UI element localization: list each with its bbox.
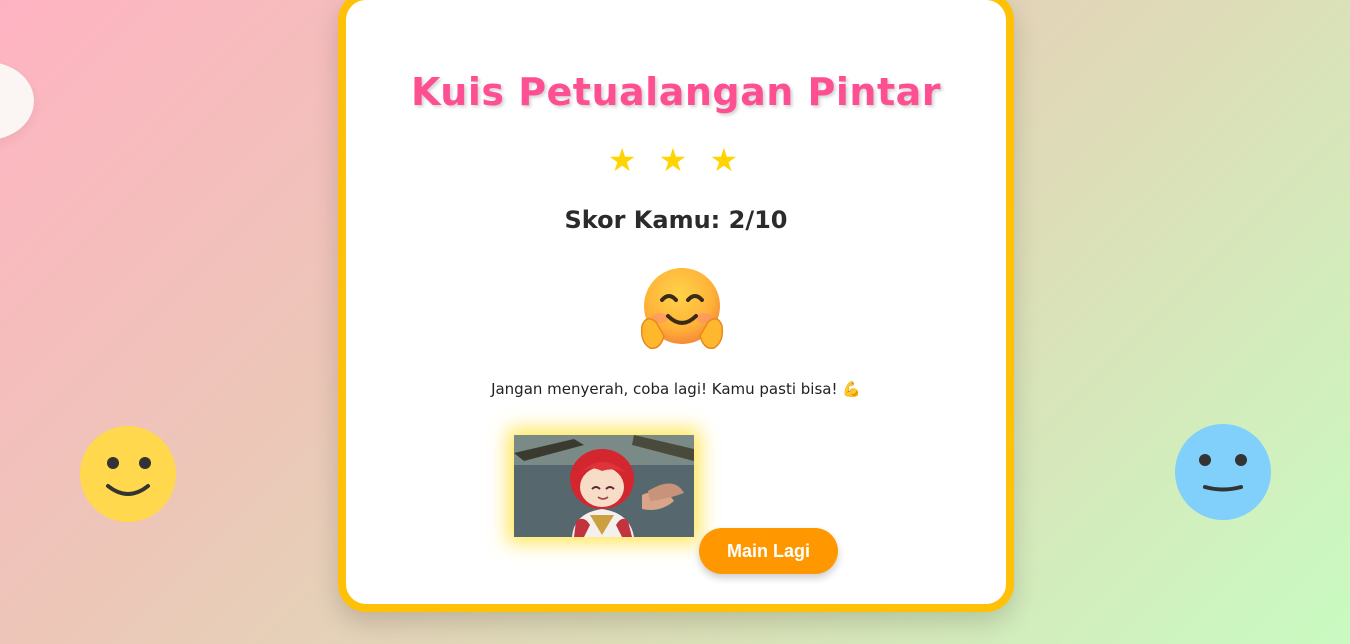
- encouragement-message: Jangan menyerah, coba lagi! Kamu pasti b…: [346, 380, 1006, 398]
- quiz-title: Kuis Petualangan Pintar: [410, 70, 941, 114]
- play-again-button[interactable]: Main Lagi: [699, 528, 838, 574]
- hugging-face-icon: [636, 266, 728, 358]
- flexed-biceps-icon: 💪: [842, 380, 861, 398]
- rating-stars: ★ ★ ★: [607, 141, 745, 179]
- cloud-decoration: [0, 62, 34, 140]
- smiley-face-icon-yellow: [80, 426, 176, 522]
- smiley-face-icon-blue: [1175, 424, 1271, 520]
- anime-character-image: [514, 435, 694, 537]
- score-text: Skor Kamu: 2/10: [564, 206, 788, 234]
- quiz-result-card: Kuis Petualangan Pintar ★ ★ ★ Skor Kamu:…: [338, 0, 1014, 612]
- message-text: Jangan menyerah, coba lagi! Kamu pasti b…: [491, 380, 838, 398]
